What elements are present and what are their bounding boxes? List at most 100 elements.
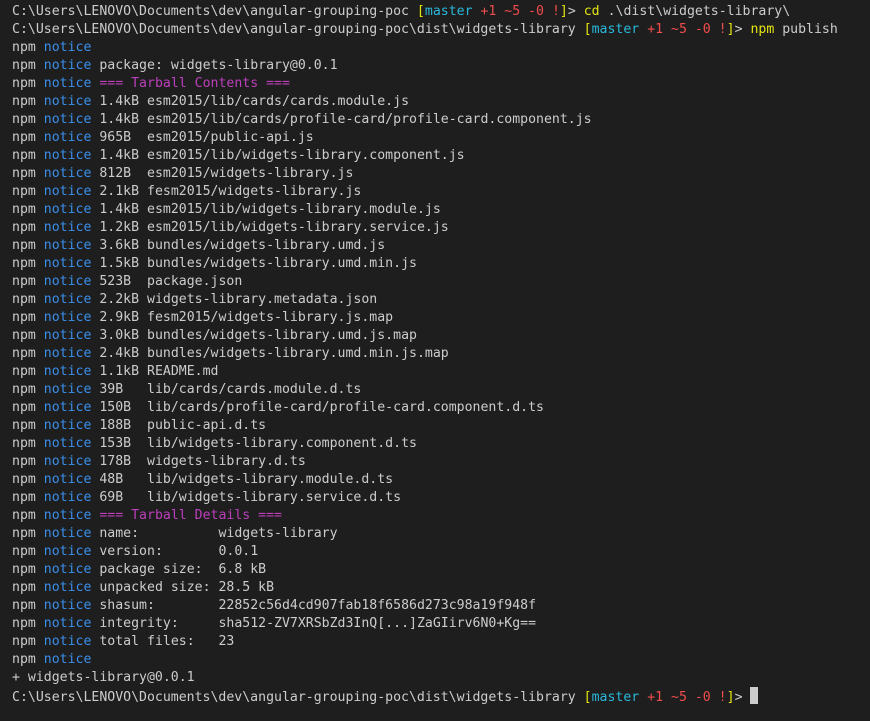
tarball-file: 3.6kB bundles/widgets-library.umd.js xyxy=(91,238,386,253)
npm-notice-line: npm notice 2.9kB fesm2015/widgets-librar… xyxy=(12,309,870,327)
npm-prefix: npm xyxy=(12,76,36,91)
notice-label: notice xyxy=(43,292,92,307)
npm-prefix: npm xyxy=(12,508,36,523)
npm-notice-line: npm notice unpacked size: 28.5 kB xyxy=(12,579,870,597)
notice-label: notice xyxy=(43,490,92,505)
tarball-file: 1.4kB esm2015/lib/widgets-library.compon… xyxy=(91,148,465,163)
git-bracket-open: [ xyxy=(408,4,425,19)
notice-label: notice xyxy=(43,508,92,523)
git-dirty: ! xyxy=(544,4,560,19)
git-modified: ~5 xyxy=(663,22,687,37)
tarball-file: 150B lib/cards/profile-card/profile-card… xyxy=(91,400,544,415)
notice-label: notice xyxy=(43,148,92,163)
tarball-file: 178B widgets-library.d.ts xyxy=(91,454,306,469)
git-ahead: +1 xyxy=(472,4,497,19)
command-cd: cd xyxy=(583,4,600,19)
git-deleted: -0 xyxy=(520,4,544,19)
npm-notice-line: npm notice total files: 23 xyxy=(12,633,870,651)
npm-prefix: npm xyxy=(12,148,36,163)
tarball-file: 2.2kB widgets-library.metadata.json xyxy=(91,292,378,307)
tarball-detail: version: 0.0.1 xyxy=(91,544,259,559)
tarball-file: 3.0kB bundles/widgets-library.umd.js.map xyxy=(91,328,417,343)
npm-notice-line: npm notice package: widgets-library@0.0.… xyxy=(12,57,870,75)
tarball-detail: integrity: sha512-ZV7XRSbZd3InQ[...]ZaGI… xyxy=(91,616,537,631)
npm-prefix: npm xyxy=(12,400,36,415)
prompt-line-publish: C:\Users\LENOVO\Documents\dev\angular-gr… xyxy=(12,21,870,39)
tarball-file: 1.4kB esm2015/lib/widgets-library.module… xyxy=(91,202,441,217)
npm-prefix: npm xyxy=(12,364,36,379)
npm-prefix: npm xyxy=(12,94,36,109)
notice-label: notice xyxy=(43,310,92,325)
tarball-file: 69B lib/widgets-library.service.d.ts xyxy=(91,490,402,505)
notice-label: notice xyxy=(43,346,92,361)
npm-notice-line: npm notice xyxy=(12,39,870,57)
npm-prefix: npm xyxy=(12,526,36,541)
npm-prefix: npm xyxy=(12,166,36,181)
tarball-file: 1.4kB esm2015/lib/cards/profile-card/pro… xyxy=(91,112,592,127)
npm-notice-line: npm notice 69B lib/widgets-library.servi… xyxy=(12,489,870,507)
tarball-file: 48B lib/widgets-library.module.d.ts xyxy=(91,472,394,487)
text-cursor[interactable] xyxy=(750,687,759,704)
git-branch: master xyxy=(591,690,640,705)
npm-prefix: npm xyxy=(12,292,36,307)
npm-notice-line: npm notice 178B widgets-library.d.ts xyxy=(12,453,870,471)
npm-notice-line: npm notice 39B lib/cards/cards.module.d.… xyxy=(12,381,870,399)
tarball-file: 188B public-api.d.ts xyxy=(91,418,267,433)
git-bracket-close: ] xyxy=(726,22,735,37)
npm-prefix: npm xyxy=(12,184,36,199)
npm-notice-line: npm notice version: 0.0.1 xyxy=(12,543,870,561)
tarball-file: 153B lib/widgets-library.component.d.ts xyxy=(91,436,417,451)
notice-label: notice xyxy=(43,94,92,109)
npm-prefix: npm xyxy=(12,652,36,667)
notice-label: notice xyxy=(43,598,92,613)
npm-prefix: npm xyxy=(12,616,36,631)
npm-prefix: npm xyxy=(12,274,36,289)
notice-label: notice xyxy=(43,112,92,127)
npm-notice-line: npm notice 1.4kB esm2015/lib/cards/cards… xyxy=(12,93,870,111)
git-ahead: +1 xyxy=(639,22,664,37)
prompt-symbol: > xyxy=(567,4,584,19)
notice-label: notice xyxy=(43,328,92,343)
npm-prefix: npm xyxy=(12,112,36,127)
notice-label: notice xyxy=(43,526,92,541)
git-modified: ~5 xyxy=(663,690,687,705)
npm-notice-line: npm notice integrity: sha512-ZV7XRSbZd3I… xyxy=(12,615,870,633)
npm-prefix: npm xyxy=(12,58,36,73)
notice-label: notice xyxy=(43,40,92,55)
git-ahead: +1 xyxy=(639,690,664,705)
prompt-path: C:\Users\LENOVO\Documents\dev\angular-gr… xyxy=(12,690,576,705)
npm-notice-line: npm notice package size: 6.8 kB xyxy=(12,561,870,579)
npm-notice-line: npm notice name: widgets-library xyxy=(12,525,870,543)
npm-prefix: npm xyxy=(12,256,36,271)
prompt-line-current[interactable]: C:\Users\LENOVO\Documents\dev\angular-gr… xyxy=(12,687,870,705)
npm-notice-line: npm notice 1.4kB esm2015/lib/widgets-lib… xyxy=(12,201,870,219)
command-npm: npm xyxy=(750,22,775,37)
notice-label: notice xyxy=(43,382,92,397)
npm-prefix: npm xyxy=(12,598,36,613)
npm-prefix: npm xyxy=(12,346,36,361)
tarball-file: 523B package.json xyxy=(91,274,243,289)
terminal-output[interactable]: C:\Users\LENOVO\Documents\dev\angular-gr… xyxy=(0,0,870,705)
npm-notice-line: npm notice 48B lib/widgets-library.modul… xyxy=(12,471,870,489)
npm-notice-line: npm notice shasum: 22852c56d4cd907fab18f… xyxy=(12,597,870,615)
npm-prefix: npm xyxy=(12,562,36,577)
prompt-symbol: > xyxy=(734,690,751,705)
notice-label: notice xyxy=(43,580,92,595)
notice-label: notice xyxy=(43,274,92,289)
package-line: package: widgets-library@0.0.1 xyxy=(91,58,338,73)
npm-prefix: npm xyxy=(12,634,36,649)
tarball-detail: package size: 6.8 kB xyxy=(91,562,267,577)
tarball-file: 965B esm2015/public-api.js xyxy=(91,130,314,145)
npm-prefix: npm xyxy=(12,544,36,559)
npm-notice-line: npm notice 1.4kB esm2015/lib/widgets-lib… xyxy=(12,147,870,165)
tarball-detail: name: widgets-library xyxy=(91,526,338,541)
notice-label: notice xyxy=(43,256,92,271)
npm-prefix: npm xyxy=(12,130,36,145)
tarball-file: 39B lib/cards/cards.module.d.ts xyxy=(91,382,362,397)
notice-label: notice xyxy=(43,58,92,73)
git-branch: master xyxy=(424,4,473,19)
notice-label: notice xyxy=(43,616,92,631)
tarball-file: 1.1kB README.md xyxy=(91,364,219,379)
npm-prefix: npm xyxy=(12,472,36,487)
notice-label: notice xyxy=(43,220,92,235)
